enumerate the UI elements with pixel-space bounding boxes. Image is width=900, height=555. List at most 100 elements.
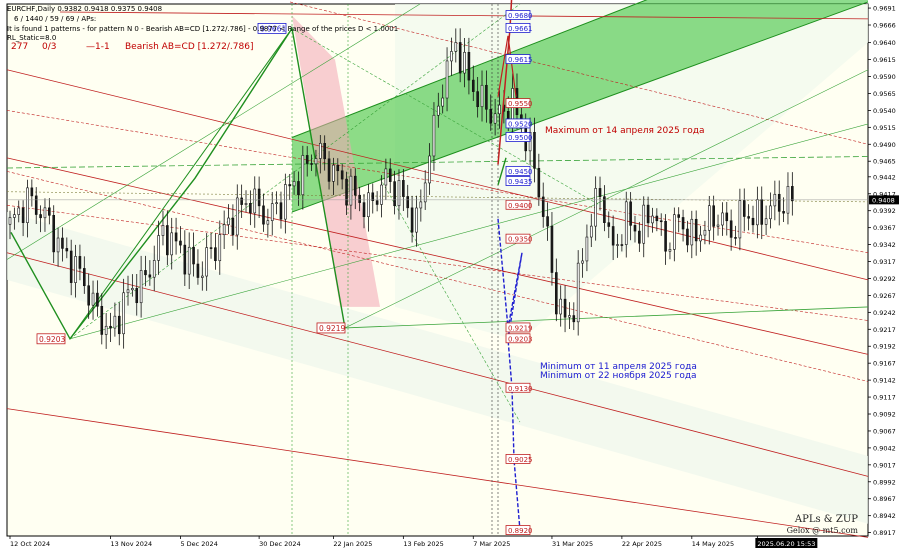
x-tick-label: 22 Jan 2025: [333, 540, 372, 548]
y-tick-label: 0.9392: [873, 207, 896, 215]
y-tick-label: 0.9317: [873, 258, 896, 266]
candle-body: [170, 232, 174, 256]
candle-body: [375, 200, 379, 205]
price-level-label: 0.9680: [508, 12, 533, 20]
candle-body: [686, 228, 689, 246]
candle-body: [314, 158, 318, 165]
candle-body: [450, 51, 453, 62]
price-level-0-9550: 0.9550: [505, 98, 533, 108]
candle-body: [371, 192, 375, 201]
candle-body: [734, 237, 737, 239]
candle-body: [244, 203, 248, 205]
candle-body: [664, 220, 667, 252]
candle-body: [249, 203, 252, 214]
candle-body: [214, 247, 217, 262]
price-level-label: 0.9025: [508, 456, 533, 464]
candle-body: [756, 199, 759, 226]
candle-body: [651, 215, 654, 224]
y-tick-label: 0.9017: [873, 461, 896, 469]
candle-body: [65, 248, 69, 252]
candle-body: [397, 180, 401, 207]
candle-body: [432, 114, 436, 157]
y-tick-label: 0.9691: [873, 5, 896, 13]
x-tick-label: 5 Dec 2024: [180, 540, 217, 548]
y-tick-label: 0.9242: [873, 309, 896, 317]
candle-body: [581, 260, 584, 264]
candle-body: [384, 168, 388, 186]
candle-body: [668, 249, 672, 252]
candle-body: [498, 104, 501, 115]
candle-body: [463, 51, 466, 74]
watermark-subtitle: Gelox @ mt5.com: [786, 526, 858, 535]
candle-body: [262, 205, 265, 225]
candle-body: [555, 272, 558, 315]
candle-body: [297, 181, 300, 196]
candle-body: [157, 235, 160, 261]
candle-body: [611, 226, 615, 246]
watermark-title: APLs & ZUP: [794, 514, 858, 525]
price-level-0-9450: 0.9450: [505, 165, 533, 176]
candle-body: [231, 217, 235, 236]
candle-body: [699, 234, 702, 242]
candle-body: [266, 220, 270, 225]
x-tick-label: 30 Dec 2024: [259, 540, 301, 548]
price-level-label: 0.9203: [508, 335, 533, 343]
candle-body: [380, 184, 383, 205]
candle-body: [179, 240, 182, 246]
price-level-0-9219: 0.9219: [505, 322, 533, 332]
candle-body: [550, 225, 554, 273]
y-tick-label: 0.9465: [873, 158, 896, 166]
pivot-label-1: 0.9203: [36, 333, 65, 345]
candle-body: [362, 202, 366, 218]
chart-header-pattern-info: It is found 1 patterns - for pattern N 0…: [7, 25, 399, 33]
candle-body: [270, 203, 274, 221]
candle-body: [91, 292, 95, 306]
candle-body: [764, 218, 768, 225]
price-level-0-9350: 0.9350: [505, 233, 533, 244]
candle-body: [485, 84, 488, 110]
candle-body: [454, 42, 458, 52]
y-tick-label: 0.9092: [873, 411, 896, 419]
price-level-label: 0.9661: [508, 25, 533, 33]
y-tick-label: 0.9515: [873, 124, 896, 132]
candle-body: [659, 220, 663, 223]
candle-body: [480, 84, 484, 108]
candle-body: [222, 224, 226, 236]
price-level-label: 0.9219: [508, 324, 533, 332]
chart-window: 0.9680 0.9661 0.9615 0.9550 0.9520 0.9500 0.94…: [0, 0, 900, 555]
price-level-label: 0.9500: [508, 134, 533, 142]
candle-body: [323, 143, 326, 160]
candle-body: [126, 289, 130, 294]
candle-body: [681, 217, 685, 230]
y-tick-label: 0.9292: [873, 275, 896, 283]
candle-body: [161, 225, 165, 236]
candle-body: [209, 247, 213, 249]
price-level-label: 0.9130: [508, 385, 533, 393]
candle-body: [192, 246, 195, 265]
candle-body: [8, 217, 12, 225]
y-tick-label: 0.9490: [873, 141, 896, 149]
candle-body: [26, 187, 29, 223]
price-level-label: 0.9450: [508, 168, 533, 176]
y-tick-label: 0.8942: [873, 512, 896, 520]
price-level-0-9520: 0.9520: [505, 118, 533, 128]
pivot-text: 0.9219: [319, 324, 345, 333]
candle-body: [393, 181, 396, 207]
x-tick-label: 12 Oct 2024: [10, 540, 50, 548]
candle-body: [406, 196, 410, 209]
candle-body: [441, 97, 444, 107]
candle-body: [458, 42, 462, 74]
candle-body: [419, 201, 423, 209]
candle-body: [760, 199, 764, 225]
y-tick-label: 0.9342: [873, 241, 896, 249]
candle-body: [113, 315, 117, 329]
candle-body: [240, 197, 243, 205]
price-level-0-9615: 0.9615: [505, 54, 533, 64]
candle-body: [305, 155, 309, 164]
candle-body: [196, 263, 200, 278]
y-tick-label: 0.9142: [873, 377, 896, 385]
candle-body: [275, 202, 278, 205]
candle-body: [48, 207, 51, 216]
candle-body: [144, 270, 147, 276]
price-level-0-9025: 0.9025: [505, 454, 533, 464]
